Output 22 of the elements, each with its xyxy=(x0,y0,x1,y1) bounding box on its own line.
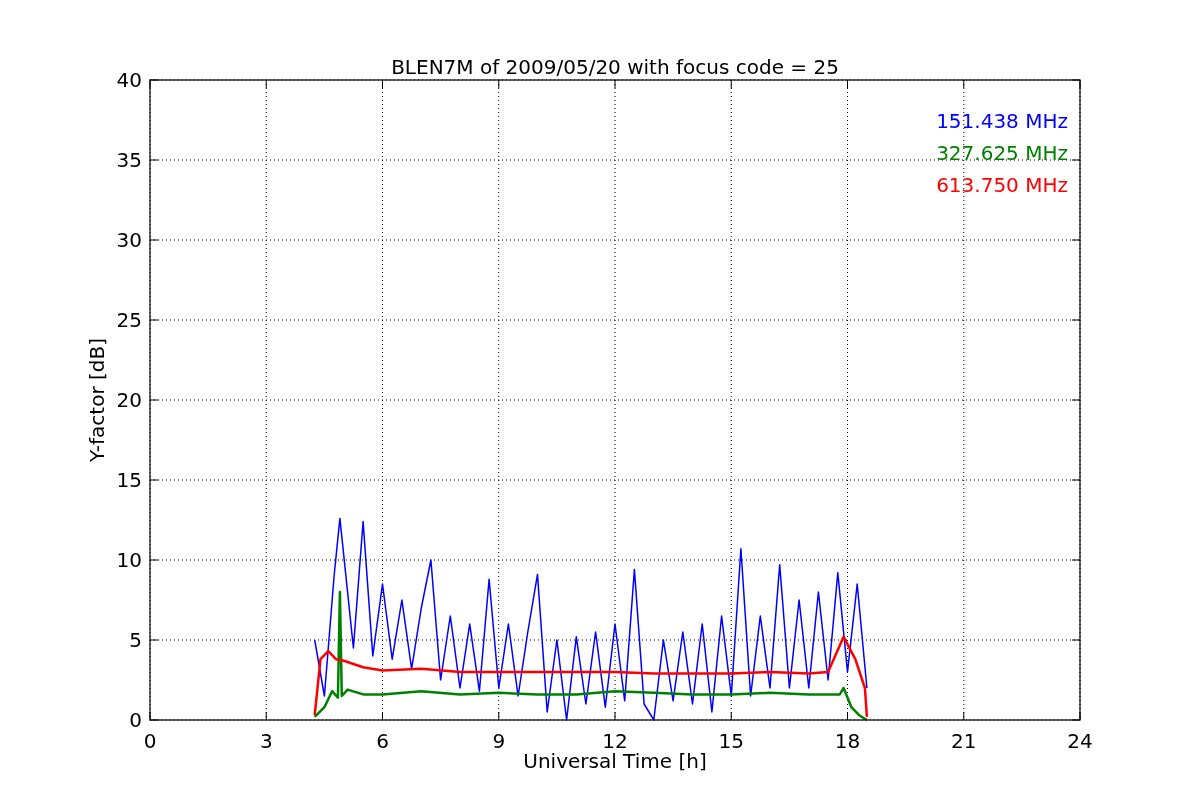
y-tick-label: 35 xyxy=(116,148,142,172)
y-tick-label: 15 xyxy=(116,468,142,492)
y-tick-label: 25 xyxy=(116,308,142,332)
x-tick-label: 24 xyxy=(1067,729,1093,753)
y-tick-label: 40 xyxy=(116,68,142,92)
x-tick-label: 21 xyxy=(951,729,977,753)
chart-title: BLEN7M of 2009/05/20 with focus code = 25 xyxy=(391,55,839,79)
x-tick-label: 18 xyxy=(834,729,861,753)
y-tick-label: 0 xyxy=(129,708,142,732)
x-tick-label: 15 xyxy=(718,729,744,753)
y-axis-label: Y-factor [dB] xyxy=(85,338,109,462)
y-tick-label: 20 xyxy=(116,388,142,412)
x-tick-label: 9 xyxy=(492,729,506,753)
legend-label: 327.625 MHz xyxy=(936,141,1068,165)
y-tick-label: 10 xyxy=(116,548,142,572)
y-tick-label: 30 xyxy=(116,228,142,252)
legend-label: 613.750 MHz xyxy=(936,173,1068,197)
x-tick-label: 6 xyxy=(376,729,389,753)
x-tick-label: 0 xyxy=(143,729,157,753)
y-tick-label: 5 xyxy=(129,628,142,652)
legend-label: 151.438 MHz xyxy=(936,109,1068,133)
x-tick-label: 3 xyxy=(259,729,273,753)
